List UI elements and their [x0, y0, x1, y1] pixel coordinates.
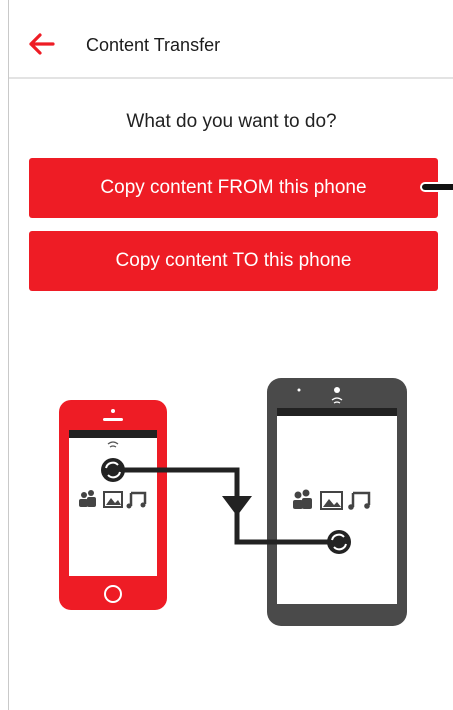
arrow-left-icon	[29, 33, 55, 55]
copy-from-label: Copy content FROM this phone	[100, 177, 367, 198]
app-bar: Content Transfer	[9, 0, 453, 79]
down-arrow-icon	[222, 496, 252, 516]
sync-icon	[327, 530, 351, 554]
page-title: Content Transfer	[86, 35, 221, 55]
back-button[interactable]	[27, 30, 59, 62]
copy-to-label: Copy content TO this phone	[115, 250, 352, 271]
callout-pointer	[422, 184, 453, 190]
copy-to-button[interactable]: Copy content TO this phone	[29, 231, 438, 291]
sync-icon	[101, 458, 125, 482]
app-screen: Content Transfer What do you want to do?…	[8, 0, 453, 710]
prompt-question: What do you want to do?	[126, 111, 337, 132]
transfer-illustration	[59, 378, 407, 626]
copy-from-button[interactable]: Copy content FROM this phone	[29, 158, 438, 218]
